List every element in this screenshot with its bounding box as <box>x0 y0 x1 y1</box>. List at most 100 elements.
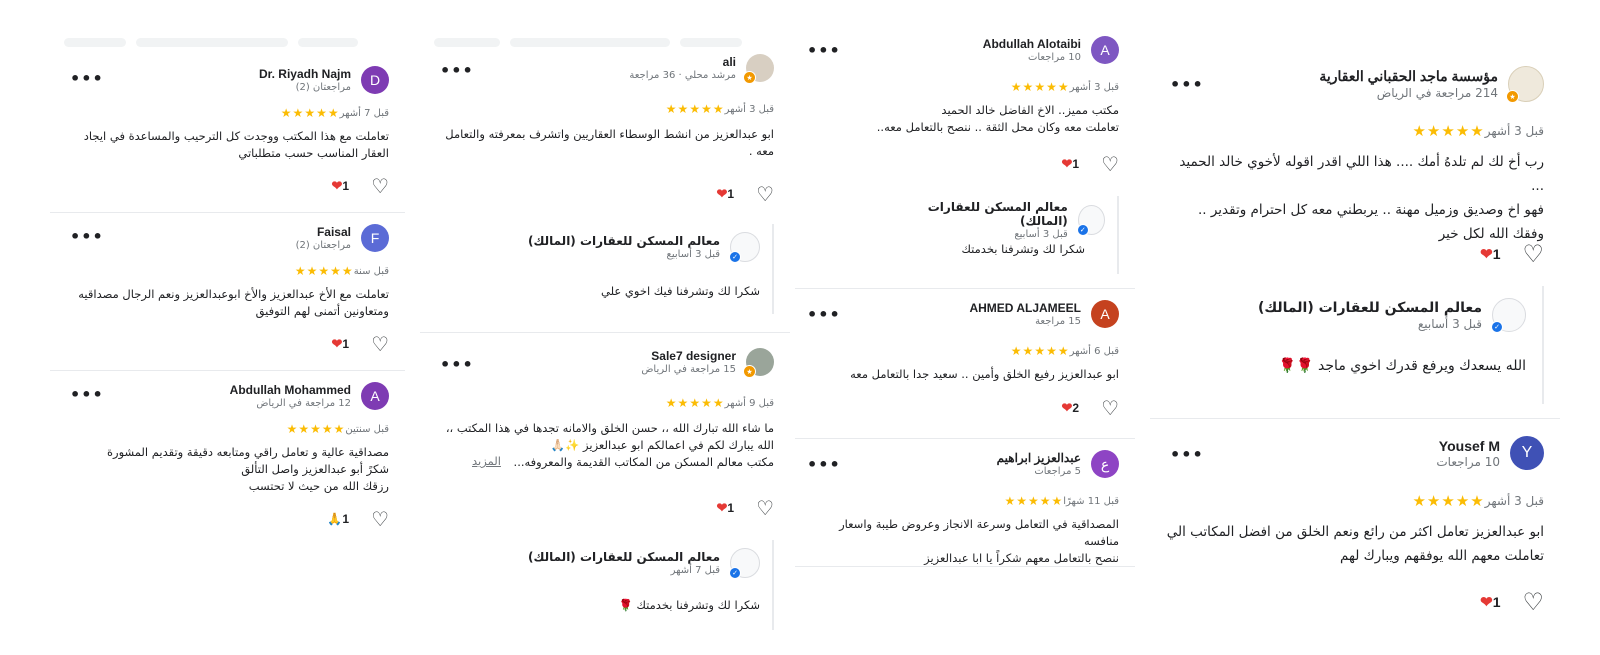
owner-response: ✓ معالم المسكن للعقارات (المالك) قبل 3 أس… <box>1250 286 1544 404</box>
like-button[interactable]: ♡ <box>371 176 389 196</box>
avatar[interactable]: ★ <box>743 54 774 84</box>
review-card: A Abdullah Alotaibi 10 مراجعات ••• ★★★★★ ق… <box>795 36 1135 286</box>
heart-icon: ❤ <box>716 500 728 515</box>
review-text: تعاملت مع الأخ عبدالعزيز والأخ ابوعبدالع… <box>78 287 389 318</box>
owner-name[interactable]: معالم المسكن للعقارات (المالك) <box>895 200 1068 228</box>
reviewer-meta: مرشد محلي · 36 مراجعة <box>629 70 736 81</box>
like-count: ❤ 1 <box>331 178 350 193</box>
more-options-icon[interactable]: ••• <box>1170 447 1204 463</box>
star-rating: ★★★★★ <box>1010 344 1070 358</box>
reviewer-meta: 12 مراجعة في الرياض <box>256 398 351 409</box>
review-date: قبل سنة <box>353 265 389 277</box>
more-options-icon[interactable]: ••• <box>807 457 841 473</box>
like-button[interactable]: ♡ <box>1101 154 1119 174</box>
verified-icon: ✓ <box>729 567 741 579</box>
review-column-3: A Abdullah Alotaibi 10 مراجعات ••• ★★★★★ ق… <box>795 0 1135 655</box>
star-rating: ★★★★★ <box>1004 494 1064 508</box>
reviewer-name[interactable]: Sale7 designer <box>641 349 736 363</box>
reviewer-name[interactable]: ali <box>629 55 736 69</box>
owner-avatar[interactable]: ✓ <box>729 548 760 579</box>
avatar[interactable]: F <box>361 224 389 252</box>
star-rating: ★★★★★ <box>1010 80 1070 94</box>
reviewer-name[interactable]: مؤسسة ماجد الحقباني العقارية <box>1319 68 1498 85</box>
reviewer-name[interactable]: Faisal <box>296 225 351 239</box>
owner-response-text: شكرا لك وتشرفنا فيك اخوي علي <box>601 284 760 298</box>
owner-avatar[interactable]: ✓ <box>1076 205 1105 236</box>
avatar[interactable]: ★ <box>743 348 774 378</box>
more-options-icon[interactable]: ••• <box>807 43 841 59</box>
review-card: ★ Sale7 designer 15 مراجعة في الرياض ••• … <box>420 348 790 648</box>
like-count: ❤ 1 <box>1480 594 1501 611</box>
owner-name[interactable]: معالم المسكن للعقارات (المالك) <box>1258 300 1482 316</box>
owner-response: ✓ معالم المسكن للعقارات (المالك) قبل 7 أش… <box>440 540 774 630</box>
more-options-icon[interactable]: ••• <box>807 307 841 323</box>
filter-chip[interactable] <box>434 38 500 47</box>
heart-icon: ❤ <box>1061 400 1073 415</box>
owner-avatar[interactable]: ✓ <box>729 232 760 263</box>
heart-icon: ❤ <box>716 186 728 201</box>
star-rating: ★★★★★ <box>1412 492 1485 510</box>
read-more-link[interactable]: المزيد <box>472 454 501 468</box>
like-button[interactable]: ♡ <box>756 498 774 518</box>
filter-chip[interactable] <box>64 38 126 47</box>
avatar[interactable]: Y <box>1510 436 1544 470</box>
divider <box>795 566 1135 567</box>
like-count: ❤ 1 <box>331 336 350 351</box>
review-date: قبل سنتين <box>345 423 389 435</box>
review-date: قبل 11 شهرًا <box>1063 495 1119 507</box>
like-count: ❤ 1 <box>716 186 735 201</box>
divider <box>1150 418 1560 419</box>
local-guide-badge-icon: ★ <box>1506 90 1519 103</box>
review-card: F Faisal مراجعتان (2) ••• ★★★★★ قبل سنة تع… <box>50 224 405 364</box>
review-column-1: D Dr. Riyadh Najm مراجعتان (2) ••• ★★★★★ ق… <box>50 0 405 655</box>
filter-chip[interactable] <box>680 38 742 47</box>
review-text: ابو عبدالعزيز رفيع الخلق وأمين .. سعيد ج… <box>850 367 1119 381</box>
like-button[interactable]: ♡ <box>371 334 389 354</box>
verified-icon: ✓ <box>1076 224 1089 236</box>
owner-response: ✓ معالم المسكن للعقارات (المالك) قبل 3 أس… <box>895 196 1119 274</box>
owner-avatar[interactable]: ✓ <box>1491 298 1526 333</box>
avatar[interactable]: A <box>1091 36 1119 64</box>
reviewer-name[interactable]: عبدالعزيز ابراهيم <box>997 451 1081 465</box>
owner-name[interactable]: معالم المسكن للعقارات (المالك) <box>528 234 720 248</box>
heart-icon: ❤ <box>331 178 343 193</box>
more-options-icon[interactable]: ••• <box>70 229 104 245</box>
filter-chip[interactable] <box>298 38 358 47</box>
reviewer-meta: 214 مراجعة في الرياض <box>1376 86 1498 100</box>
avatar[interactable]: A <box>1091 300 1119 328</box>
more-options-icon[interactable]: ••• <box>1170 77 1204 93</box>
more-options-icon[interactable]: ••• <box>70 387 104 403</box>
avatar[interactable]: ★ <box>1506 66 1544 103</box>
owner-response-date: قبل 3 أسابيع <box>1014 229 1068 240</box>
like-button[interactable]: ♡ <box>1101 398 1119 418</box>
more-options-icon[interactable]: ••• <box>440 357 474 373</box>
owner-response-date: قبل 3 أسابيع <box>666 249 720 260</box>
reviewer-name[interactable]: Abdullah Mohammed <box>230 383 351 397</box>
pray-reaction-icon: 🙏 <box>327 512 343 526</box>
reviewer-meta: 10 مراجعات <box>1436 454 1500 469</box>
owner-name[interactable]: معالم المسكن للعقارات (المالك) <box>528 550 720 564</box>
reviewer-name[interactable]: AHMED ALJAMEEL <box>969 301 1081 315</box>
more-options-icon[interactable]: ••• <box>440 63 474 79</box>
more-options-icon[interactable]: ••• <box>70 71 104 87</box>
review-date: قبل 6 أشهر <box>1069 345 1119 357</box>
review-card: ع عبدالعزيز ابراهيم 5 مراجعات ••• ★★★★★ قب… <box>795 450 1135 570</box>
like-button[interactable]: ♡ <box>371 509 389 529</box>
reviewer-name[interactable]: Dr. Riyadh Najm <box>259 67 351 81</box>
reviewer-name[interactable]: Abdullah Alotaibi <box>983 37 1081 51</box>
like-count: ❤ 1 <box>1480 246 1501 263</box>
like-button[interactable]: ♡ <box>756 184 774 204</box>
owner-response-text: الله يسعدك ويرفع قدرك اخوي ماجد 🌹🌹 <box>1278 358 1526 374</box>
avatar[interactable]: ع <box>1091 450 1119 478</box>
filter-chip[interactable] <box>136 38 288 47</box>
avatar[interactable]: D <box>361 66 389 94</box>
reviewer-meta: 15 مراجعة <box>1035 316 1081 327</box>
like-button[interactable]: ♡ <box>1522 242 1544 266</box>
avatar[interactable]: A <box>361 382 389 410</box>
filter-chip[interactable] <box>510 38 670 47</box>
like-button[interactable]: ♡ <box>1522 590 1544 614</box>
review-text: رب أخ لك لم تلدهُ أمك .... هذا اللي اقدر… <box>1179 154 1544 242</box>
heart-icon: ❤ <box>1480 594 1493 611</box>
reviewer-name[interactable]: Yousef M <box>1436 438 1500 454</box>
review-text: تعاملت مع هذا المكتب ووجدت كل الترحيب وا… <box>83 129 389 160</box>
